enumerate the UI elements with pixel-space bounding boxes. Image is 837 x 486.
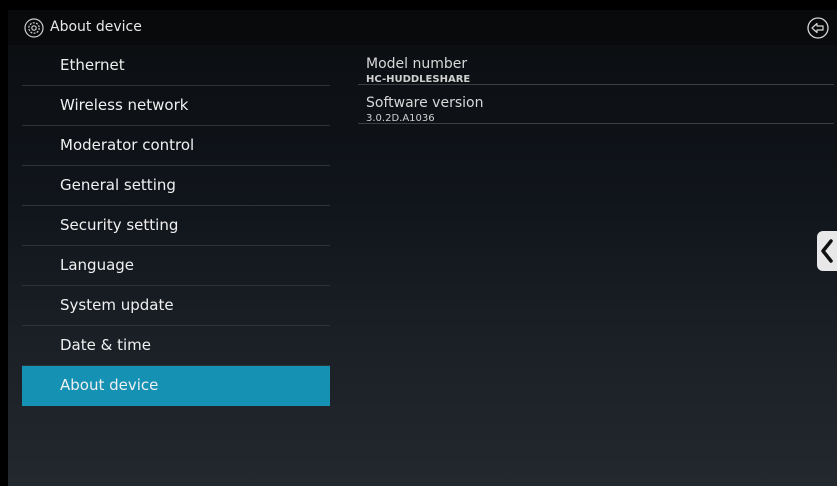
menu-item-security-setting[interactable]: Security setting bbox=[22, 206, 330, 246]
side-panel-handle[interactable] bbox=[817, 231, 837, 271]
settings-screen: About device Ethernet Wireless network M… bbox=[8, 10, 837, 486]
page-title: About device bbox=[50, 19, 142, 35]
menu-item-moderator-control[interactable]: Moderator control bbox=[22, 126, 330, 166]
software-version-row: Software version 3.0.2D.A1036 bbox=[358, 85, 834, 124]
menu-item-label: General setting bbox=[60, 176, 176, 194]
menu-item-wireless-network[interactable]: Wireless network bbox=[22, 86, 330, 126]
model-number-title: Model number bbox=[366, 56, 468, 72]
settings-menu: Ethernet Wireless network Moderator cont… bbox=[22, 46, 330, 406]
menu-item-label: Ethernet bbox=[60, 56, 125, 74]
device-details: Model number HC-HUDDLESHARE Software ver… bbox=[358, 46, 834, 124]
menu-item-label: Moderator control bbox=[60, 136, 195, 154]
menu-item-label: Wireless network bbox=[60, 96, 189, 114]
menu-item-label: About device bbox=[60, 376, 159, 394]
menu-item-label: Security setting bbox=[60, 216, 179, 234]
menu-item-about-device[interactable]: About device bbox=[22, 366, 330, 406]
menu-item-ethernet[interactable]: Ethernet bbox=[22, 46, 330, 86]
software-version-value: 3.0.2D.A1036 bbox=[366, 113, 435, 124]
model-number-value: HC-HUDDLESHARE bbox=[366, 74, 471, 85]
menu-item-system-update[interactable]: System update bbox=[22, 286, 330, 326]
model-number-row: Model number HC-HUDDLESHARE bbox=[358, 46, 834, 85]
chevron-left-icon bbox=[821, 239, 833, 263]
menu-item-label: Language bbox=[60, 256, 135, 274]
menu-item-label: Date & time bbox=[60, 336, 151, 354]
title-bar: About device bbox=[8, 10, 837, 45]
software-version-title: Software version bbox=[366, 95, 484, 111]
menu-item-label: System update bbox=[60, 296, 174, 314]
back-arrow-icon[interactable] bbox=[807, 17, 829, 39]
gear-icon bbox=[24, 18, 44, 38]
menu-item-date-time[interactable]: Date & time bbox=[22, 326, 330, 366]
menu-item-language[interactable]: Language bbox=[22, 246, 330, 286]
menu-item-general-setting[interactable]: General setting bbox=[22, 166, 330, 206]
